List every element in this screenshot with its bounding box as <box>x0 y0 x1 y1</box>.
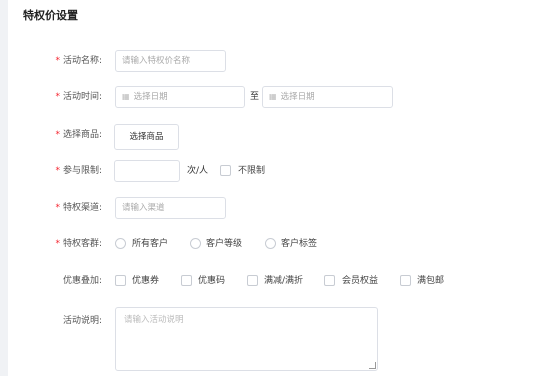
limit-label: * 参与限制: <box>55 166 102 176</box>
checkbox-free-shipping-label: 满包邮 <box>417 276 445 286</box>
checkbox-coupon-label: 优惠券 <box>132 276 160 286</box>
form-row-goods: * 选择商品: 选择商品 <box>0 124 554 150</box>
description-label: 活动说明: <box>62 316 102 326</box>
checkbox-coupon[interactable] <box>115 275 126 286</box>
audience-label: * 特权客群: <box>55 239 102 249</box>
checkbox-member-benefit-label: 会员权益 <box>342 276 379 286</box>
required-mark: * <box>55 130 60 140</box>
checkbox-free-shipping[interactable] <box>400 275 411 286</box>
form-row-name: * 活动名称: 请输入特权价名称 <box>0 50 554 72</box>
checkbox-promo-code[interactable] <box>181 275 192 286</box>
select-goods-button[interactable]: 选择商品 <box>114 124 179 150</box>
form-row-time: * 活动时间: ▦ 选择日期 至 ▦ 选择日期 <box>0 86 554 108</box>
radio-customer-level-label: 客户等级 <box>206 239 243 249</box>
page-title: 特权价设置 <box>23 9 78 22</box>
start-date-picker[interactable]: ▦ 选择日期 <box>115 86 245 108</box>
required-mark: * <box>55 92 60 102</box>
radio-customer-level[interactable] <box>190 238 201 249</box>
checkbox-full-reduction[interactable] <box>247 275 258 286</box>
checkbox-promo-code-label: 优惠码 <box>198 276 226 286</box>
radio-all-customers-label: 所有客户 <box>132 239 169 249</box>
form-row-channel: * 特权渠道: 请输入渠道 <box>0 197 554 219</box>
limit-count-input[interactable] <box>114 160 180 182</box>
resize-handle[interactable] <box>369 362 376 369</box>
form-row-audience: * 特权客群: 所有客户 客户等级 客户标签 <box>0 233 554 255</box>
checkbox-full-reduction-label: 满减/满折 <box>264 276 304 286</box>
calendar-icon: ▦ <box>122 92 130 101</box>
form-row-stacking: 优惠叠加: 优惠券 优惠码 满减/满折 会员权益 满包邮 <box>0 270 554 292</box>
required-mark: * <box>55 203 60 213</box>
limit-unit: 次/人 <box>187 166 209 176</box>
checkbox-member-benefit[interactable] <box>324 275 335 286</box>
form-row-limit: * 参与限制: 次/人 不限制 <box>0 160 554 182</box>
required-mark: * <box>55 166 60 176</box>
radio-customer-tag[interactable] <box>265 238 276 249</box>
time-label: * 活动时间: <box>55 92 102 102</box>
radio-all-customers[interactable] <box>115 238 126 249</box>
required-mark: * <box>55 56 60 66</box>
unlimited-label: 不限制 <box>238 166 266 176</box>
channel-label: * 特权渠道: <box>55 203 102 213</box>
stacking-label: 优惠叠加: <box>62 276 102 286</box>
unlimited-checkbox[interactable] <box>220 165 231 176</box>
radio-customer-tag-label: 客户标签 <box>281 239 318 249</box>
name-label: * 活动名称: <box>55 56 102 66</box>
end-date-picker[interactable]: ▦ 选择日期 <box>262 86 393 108</box>
goods-label: * 选择商品: <box>55 130 102 140</box>
required-mark: * <box>55 239 60 249</box>
channel-input[interactable]: 请输入渠道 <box>115 197 226 219</box>
activity-name-input[interactable]: 请输入特权价名称 <box>115 50 226 72</box>
calendar-icon: ▦ <box>269 92 277 101</box>
date-separator: 至 <box>250 92 260 102</box>
description-textarea[interactable]: 请输入活动说明 <box>115 307 378 371</box>
